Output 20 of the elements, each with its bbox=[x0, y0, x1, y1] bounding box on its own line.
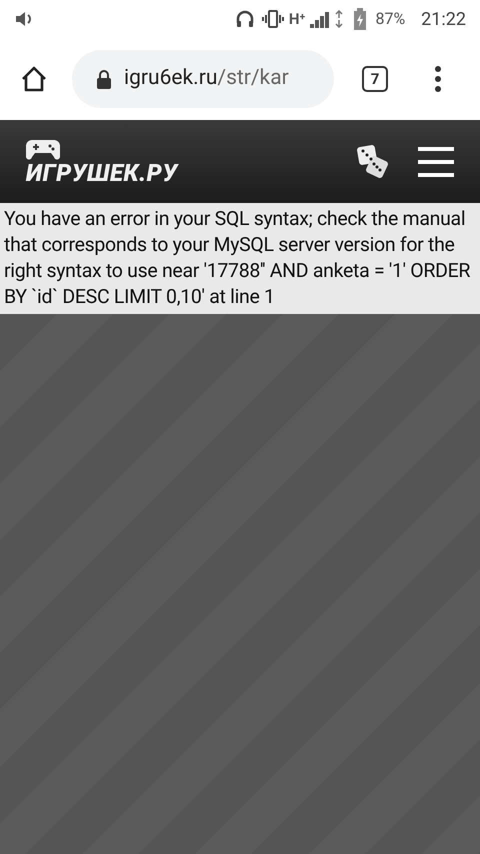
gamepad-icon bbox=[26, 138, 60, 160]
tab-count-button[interactable]: 7 bbox=[362, 66, 388, 92]
home-icon[interactable] bbox=[20, 66, 48, 92]
battery-percent: 87% bbox=[375, 8, 406, 30]
network-type: H⁺ bbox=[288, 8, 306, 30]
address-bar[interactable]: igru6ek.ru/str/kar bbox=[72, 50, 334, 108]
lock-icon bbox=[96, 69, 112, 89]
battery-icon bbox=[353, 8, 368, 30]
data-arrows-icon bbox=[335, 10, 344, 28]
clock: 21:22 bbox=[421, 8, 466, 32]
dice-icon[interactable] bbox=[356, 144, 390, 180]
url-text: igru6ek.ru/str/kar bbox=[124, 65, 289, 92]
site-logo[interactable]: ИГРУШЕК.РУ bbox=[26, 138, 178, 186]
headphones-icon bbox=[234, 9, 255, 29]
logo-text: ИГРУШЕК.РУ bbox=[26, 160, 178, 186]
more-menu-icon[interactable] bbox=[434, 66, 442, 92]
vibrate-icon bbox=[260, 9, 285, 29]
error-message: You have an error in your SQL syntax; check the manual that corresponds to your MySQL server version for the right syntax to use near '17788'' AND anketa = '1' ORDER BY `id` DESC LIMIT 0,10' at line 1 bbox=[4, 206, 472, 310]
menu-icon[interactable] bbox=[418, 146, 454, 176]
signal-icon bbox=[309, 10, 332, 28]
